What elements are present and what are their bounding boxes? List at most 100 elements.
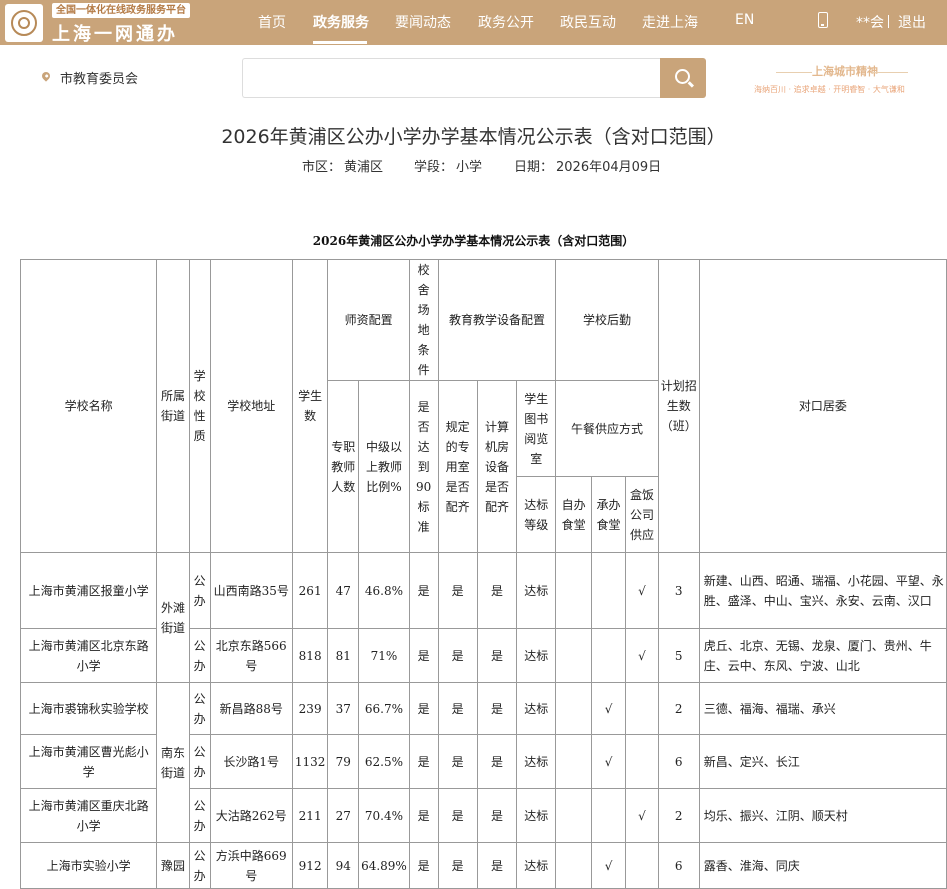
stage-label: 学段： — [414, 160, 454, 175]
table-caption: 2026年黄浦区公办小学办学基本情况公示表（含对口范围） — [312, 234, 635, 248]
cell-address: 方浜中路669号 — [209, 842, 293, 889]
cell-computer: 是 — [476, 552, 518, 629]
header-special-room: 规定的专用室是否配齐 — [437, 380, 478, 553]
department-location[interactable]: 市教育委员会 — [60, 68, 138, 87]
cell-students: 912 — [291, 842, 329, 889]
cell-special-room: 是 — [437, 552, 478, 629]
cell-canteen-self — [555, 682, 592, 735]
cell-teachers: 81 — [327, 628, 360, 683]
header-plan: 计划招生数（班） — [657, 259, 700, 553]
cell-std90: 是 — [408, 628, 439, 683]
cell-box-lunch: √ — [625, 788, 659, 843]
cell-teachers: 79 — [327, 734, 360, 789]
search-button[interactable] — [660, 58, 706, 98]
header-nature: 学校性质 — [188, 259, 211, 553]
cell-plan: 2 — [657, 682, 700, 735]
nav-news[interactable]: 要闻动态 — [395, 12, 451, 32]
header-lunch-method: 午餐供应方式 — [555, 380, 659, 477]
cell-nature: 公办 — [188, 788, 211, 843]
site-logo-icon[interactable] — [5, 4, 43, 42]
page-title: 2026年黄浦区公办小学办学基本情况公示表（含对口范围） — [221, 126, 726, 148]
table-row: 上海市实验小学 豫园 公办 方浜中路669号 912 94 64.89% 是 是… — [19, 842, 947, 889]
header-equipment-group: 教育教学设备配置 — [437, 259, 557, 381]
nav-gov-open[interactable]: 政务公开 — [478, 12, 534, 32]
cell-address: 大沽路262号 — [209, 788, 293, 843]
cell-nature: 公办 — [188, 682, 211, 735]
cell-school-name: 上海市实验小学 — [19, 842, 158, 889]
nav-active-indicator — [313, 41, 367, 44]
cell-ratio: 64.89% — [358, 842, 410, 889]
cell-special-room: 是 — [437, 788, 478, 843]
cell-scope: 新昌、定兴、长江 — [698, 734, 947, 789]
cell-computer: 是 — [476, 628, 518, 683]
nav-divider — [888, 15, 889, 28]
cell-std90: 是 — [408, 682, 439, 735]
header-canteen-contract: 承办食堂 — [590, 476, 627, 553]
cell-box-lunch: √ — [625, 628, 659, 683]
cell-teachers: 47 — [327, 552, 360, 629]
cell-std90: 是 — [408, 734, 439, 789]
platform-tag: 全国一体化在线政务服务平台 — [52, 3, 190, 18]
nav-english[interactable]: EN — [735, 12, 754, 28]
cell-street: 豫园 — [156, 842, 190, 889]
header-box-lunch: 盒饭公司供应 — [625, 476, 659, 553]
cell-canteen-contract: √ — [590, 682, 627, 735]
cell-teachers: 37 — [327, 682, 360, 735]
cell-std90: 是 — [408, 842, 439, 889]
header-full-time-teachers: 专职教师人数 — [327, 380, 360, 553]
header-library-level: 达标等级 — [516, 476, 557, 553]
nav-home[interactable]: 首页 — [258, 12, 286, 32]
cell-canteen-contract: √ — [590, 842, 627, 889]
search-input[interactable] — [242, 58, 660, 98]
cell-ratio: 71% — [358, 628, 410, 683]
site-logo-text[interactable]: 上海一网通办 — [52, 20, 178, 46]
header-teachers-group: 师资配置 — [327, 259, 410, 381]
cell-library: 达标 — [516, 682, 557, 735]
cell-nature: 公办 — [188, 628, 211, 683]
header-senior-ratio: 中级以上教师比例% — [358, 380, 410, 553]
cell-canteen-self — [555, 842, 592, 889]
cell-library: 达标 — [516, 734, 557, 789]
table-row: 上海市裘锦秋实验学校 南东街道 公办 新昌路88号 239 37 66.7% 是… — [19, 682, 947, 843]
cell-students: 1132 — [291, 734, 329, 789]
cell-scope: 三德、福海、福瑞、承兴 — [698, 682, 947, 735]
cell-scope: 新建、山西、昭通、瑞福、小花园、平望、永胜、盛泽、中山、宝兴、永安、云南、汉口 — [698, 552, 947, 629]
cell-school-name: 上海市黄浦区曹光彪小学 — [19, 734, 158, 789]
city-spirit-slogan: 海纳百川 · 追求卓越 · 开明睿智 · 大气谦和 — [754, 85, 905, 94]
cell-address: 山西南路35号 — [209, 552, 293, 629]
nav-about-shanghai[interactable]: 走进上海 — [642, 12, 698, 32]
cell-scope: 虎丘、北京、无锡、龙泉、厦门、贵州、牛庄、云中、东风、宁波、山北 — [698, 628, 947, 683]
cell-scope: 均乐、振兴、江阴、顺天村 — [698, 788, 947, 843]
location-pin-icon — [40, 70, 52, 82]
district-label: 市区： — [302, 160, 342, 175]
date-label: 日期： — [514, 160, 554, 175]
cell-nature: 公办 — [188, 842, 211, 889]
cell-plan: 6 — [657, 734, 700, 789]
cell-students: 261 — [291, 552, 329, 629]
logout-link[interactable]: 退出 — [898, 12, 926, 32]
cell-box-lunch — [625, 734, 659, 789]
cell-box-lunch: √ — [625, 552, 659, 629]
cell-special-room: 是 — [437, 734, 478, 789]
cell-computer: 是 — [476, 842, 518, 889]
mobile-phone-icon[interactable] — [818, 12, 828, 28]
cell-ratio: 66.7% — [358, 682, 410, 735]
user-name[interactable]: **会 — [856, 12, 884, 32]
cell-scope: 露香、淮海、同庆 — [698, 842, 947, 889]
cell-canteen-contract — [590, 628, 627, 683]
header-campus-group: 校舍场地条件 — [408, 259, 439, 381]
cell-canteen-contract — [590, 788, 627, 843]
cell-box-lunch — [625, 682, 659, 735]
cell-special-room: 是 — [437, 628, 478, 683]
cell-address: 长沙路1号 — [209, 734, 293, 789]
cell-computer: 是 — [476, 788, 518, 843]
cell-street: 外滩街道 — [156, 552, 190, 683]
nav-gov-services[interactable]: 政务服务 — [313, 12, 369, 32]
district-value: 黄浦区 — [344, 160, 384, 175]
cell-ratio: 46.8% — [358, 552, 410, 629]
cell-canteen-self — [555, 628, 592, 683]
cell-library: 达标 — [516, 788, 557, 843]
cell-plan: 6 — [657, 842, 700, 889]
cell-street: 南东街道 — [156, 682, 190, 843]
nav-interaction[interactable]: 政民互动 — [560, 12, 616, 32]
